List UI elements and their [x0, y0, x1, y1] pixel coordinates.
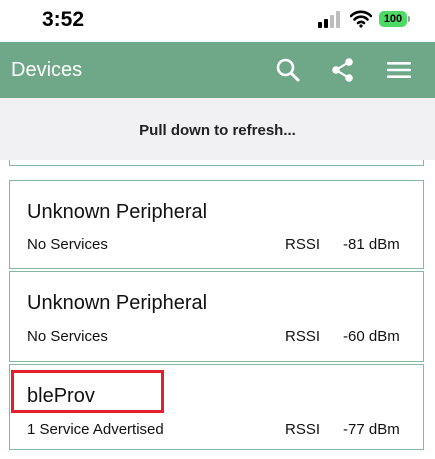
device-services: 1 Service Advertised	[27, 421, 164, 438]
battery-tip	[408, 16, 410, 22]
device-services: No Services	[27, 328, 108, 345]
refresh-banner: Pull down to refresh...	[0, 98, 435, 160]
share-icon[interactable]	[330, 57, 356, 83]
status-bar: 3:52 100	[0, 0, 435, 42]
device-name: Unknown Peripheral	[27, 201, 208, 223]
device-services: No Services	[27, 236, 108, 253]
page-title: Devices	[11, 59, 83, 81]
rssi-label: RSSI	[285, 328, 321, 345]
device-list[interactable]: Unknown Peripheral No Services RSSI -81 …	[0, 160, 435, 459]
highlight-box	[11, 370, 164, 413]
rssi-label: RSSI	[285, 236, 321, 253]
rssi-value: -60 dBm	[343, 328, 400, 345]
device-name: Unknown Peripheral	[27, 292, 208, 314]
search-icon[interactable]	[275, 57, 301, 83]
app-bar: Devices	[0, 42, 435, 98]
status-time: 3:52	[42, 8, 85, 31]
rssi-label: RSSI	[285, 421, 321, 438]
cellular-signal-icon	[318, 11, 340, 28]
device-card[interactable]: Unknown Peripheral No Services RSSI -60 …	[9, 271, 424, 362]
device-card-partial[interactable]	[9, 160, 424, 166]
rssi-value: -77 dBm	[343, 421, 400, 438]
menu-icon[interactable]	[386, 57, 412, 83]
rssi-value: -81 dBm	[343, 236, 400, 253]
refresh-text: Pull down to refresh...	[139, 122, 296, 139]
device-card[interactable]: Unknown Peripheral No Services RSSI -81 …	[9, 180, 424, 269]
wifi-icon	[350, 10, 372, 28]
battery-indicator: 100	[379, 11, 407, 27]
